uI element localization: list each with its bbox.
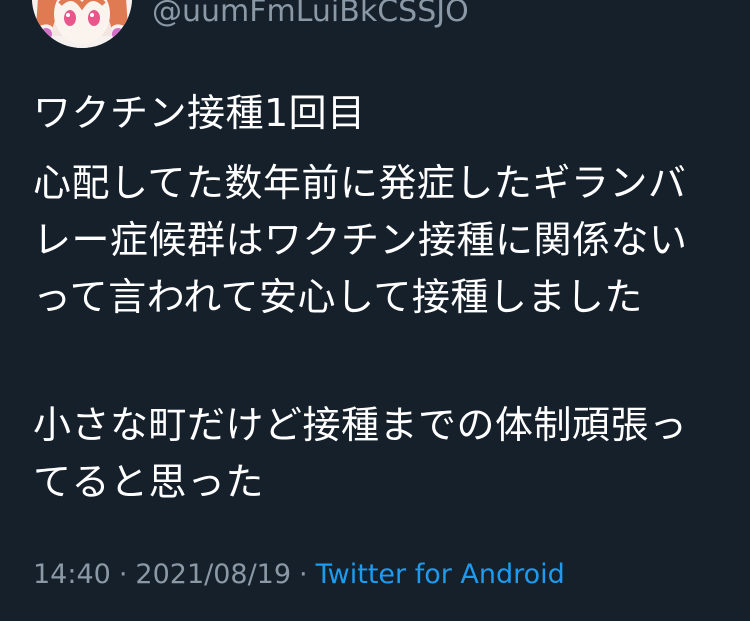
tweet-date[interactable]: 2021/08/19 — [135, 559, 291, 590]
tweet-metadata: 14:40 · 2021/08/19 · Twitter for Android — [33, 558, 565, 592]
tweet-detail: @uumFmLuiBkCSSJO ワクチン接種1回目 心配してた数年前に発症した… — [0, 0, 750, 621]
user-handle[interactable]: @uumFmLuiBkCSSJO — [152, 0, 469, 30]
avatar-illustration — [32, 0, 132, 48]
tweet-paragraph-2: 心配してた数年前に発症したギランバレー症候群はワクチン接種に関係ないって言われて… — [33, 161, 688, 319]
tweet-time[interactable]: 14:40 — [33, 559, 111, 590]
meta-separator: · — [118, 559, 128, 590]
avatar[interactable] — [32, 0, 132, 48]
tweet-paragraph-3: 小さな町だけど接種までの体制頑張ってると思った — [33, 403, 688, 504]
tweet-source-link[interactable]: Twitter for Android — [316, 559, 565, 590]
meta-separator: · — [299, 559, 308, 590]
tweet-paragraph-1: ワクチン接種1回目 — [33, 91, 366, 135]
